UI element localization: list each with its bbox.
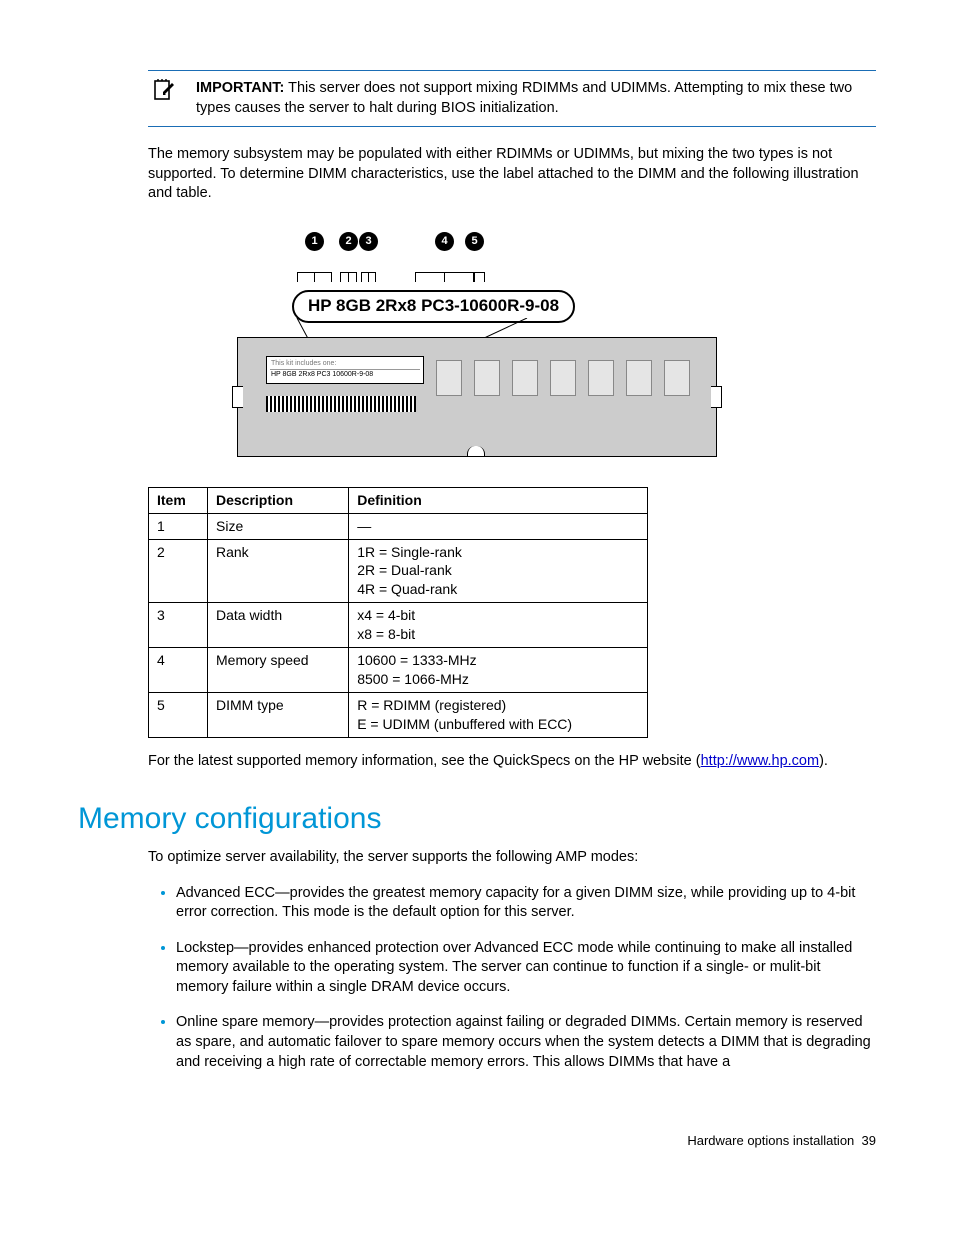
cell-item: 1 bbox=[149, 513, 208, 539]
callout-5: 5 bbox=[465, 232, 484, 251]
callout-2: 2 bbox=[339, 232, 358, 251]
cell-desc: DIMM type bbox=[208, 692, 349, 737]
barcode-graphic bbox=[266, 396, 416, 412]
cell-def: x4 = 4-bitx8 = 8-bit bbox=[349, 603, 648, 648]
list-item: Online spare memory—provides protection … bbox=[176, 1011, 876, 1072]
footer-section: Hardware options installation bbox=[687, 1133, 854, 1148]
important-label: IMPORTANT: bbox=[196, 80, 284, 96]
cell-desc: Data width bbox=[208, 603, 349, 648]
quickspecs-prefix: For the latest supported memory informat… bbox=[148, 753, 701, 769]
amp-modes-list: Advanced ECC—provides the greatest memor… bbox=[148, 882, 876, 1073]
intro-paragraph: The memory subsystem may be populated wi… bbox=[148, 145, 876, 204]
callout-1: 1 bbox=[305, 232, 324, 251]
quickspecs-paragraph: For the latest supported memory informat… bbox=[148, 752, 876, 772]
section-intro: To optimize server availability, the ser… bbox=[148, 848, 876, 868]
cell-desc: Memory speed bbox=[208, 647, 349, 692]
table-row: 3Data widthx4 = 4-bitx8 = 8-bit bbox=[149, 603, 648, 648]
dimm-small-label-2: HP 8GB 2Rx8 PC3 10600R-9-08 bbox=[270, 370, 420, 380]
quickspecs-suffix: ). bbox=[819, 753, 828, 769]
cell-item: 4 bbox=[149, 647, 208, 692]
cell-desc: Rank bbox=[208, 539, 349, 603]
dimm-definition-table: Item Description Definition 1Size—2Rank1… bbox=[148, 487, 648, 738]
callout-4: 4 bbox=[435, 232, 454, 251]
table-row: 2Rank1R = Single-rank2R = Dual-rank4R = … bbox=[149, 539, 648, 603]
cell-item: 2 bbox=[149, 539, 208, 603]
cell-item: 5 bbox=[149, 692, 208, 737]
cell-def: R = RDIMM (registered)E = UDIMM (unbuffe… bbox=[349, 692, 648, 737]
footer-page: 39 bbox=[862, 1133, 876, 1148]
th-item: Item bbox=[149, 487, 208, 513]
table-row: 4Memory speed10600 = 1333-MHz8500 = 1066… bbox=[149, 647, 648, 692]
cell-def: 1R = Single-rank2R = Dual-rank4R = Quad-… bbox=[349, 539, 648, 603]
list-item: Lockstep—provides enhanced protection ov… bbox=[176, 937, 876, 998]
callout-3: 3 bbox=[359, 232, 378, 251]
dimm-module-graphic: This kit includes one: HP 8GB 2Rx8 PC3 1… bbox=[237, 337, 717, 457]
cell-item: 3 bbox=[149, 603, 208, 648]
page-footer: Hardware options installation 39 bbox=[78, 1132, 876, 1150]
section-heading: Memory configurations bbox=[78, 799, 876, 840]
list-item: Advanced ECC—provides the greatest memor… bbox=[176, 882, 876, 923]
dimm-small-label-1: This kit includes one: bbox=[270, 359, 420, 370]
table-row: 5DIMM typeR = RDIMM (registered)E = UDIM… bbox=[149, 692, 648, 737]
important-callout: IMPORTANT: This server does not support … bbox=[148, 70, 876, 127]
cell-def: 10600 = 1333-MHz8500 = 1066-MHz bbox=[349, 647, 648, 692]
dimm-label-figure: 1 2 3 4 5 HP 8GB 2Rx8 PC3-10600R-9-08 Th… bbox=[237, 232, 717, 457]
important-text: This server does not support mixing RDIM… bbox=[196, 80, 852, 116]
note-icon bbox=[148, 79, 196, 118]
hp-website-link[interactable]: http://www.hp.com bbox=[701, 753, 819, 769]
